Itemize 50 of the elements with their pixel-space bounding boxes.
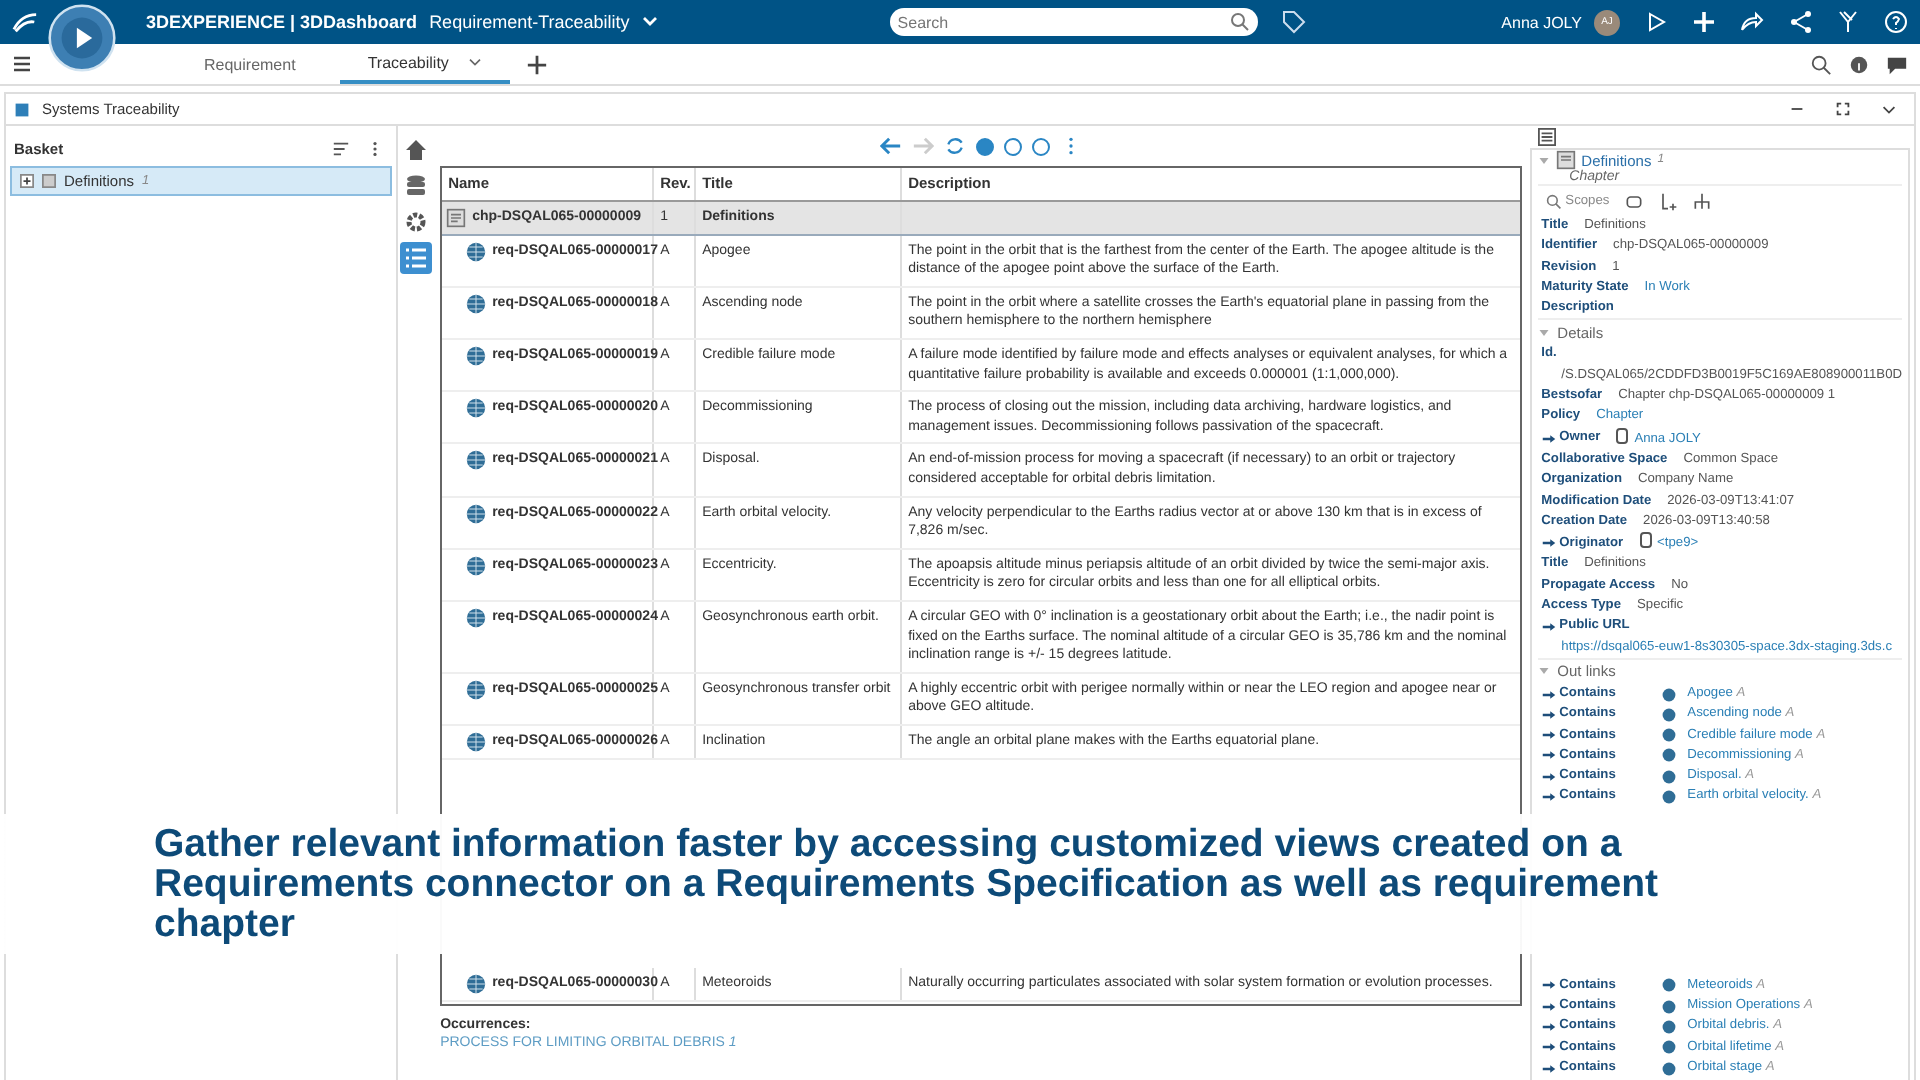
globe-icon [466,973,487,994]
globe-icon [466,450,487,471]
search-icon[interactable] [1810,53,1832,75]
info-icon[interactable] [1848,53,1870,75]
play-icon[interactable] [1644,10,1668,34]
hierarchy-icon[interactable] [1691,191,1712,211]
globe-icon [466,345,487,366]
caption-text: Gather relevant information faster by accessing customized views created on a Requirements connector on a Requirements Specification as well as requirement chapter [154,824,1661,944]
ds-logo-icon [12,10,38,34]
globe-icon [466,241,487,262]
chapter-icon [42,174,56,188]
expand-icon[interactable] [20,174,34,188]
view-toggle[interactable] [975,137,994,155]
maximize-icon[interactable] [1834,100,1852,118]
share-icon[interactable] [1740,10,1764,34]
plus-icon[interactable] [526,53,549,75]
arrow-icon [1541,538,1556,549]
user-name[interactable]: Anna JOLY [1501,13,1582,31]
tag-icon[interactable] [1281,10,1306,34]
globe-icon [466,607,487,628]
insert-icon[interactable] [1657,191,1678,211]
search-icon[interactable] [1229,12,1250,32]
caret-icon[interactable] [468,57,483,67]
globe-icon [466,293,487,314]
dashboard-tab[interactable]: Requirement [176,44,324,84]
search-field[interactable]: Search [889,8,1258,36]
view-toggle[interactable] [1003,137,1022,155]
search-icon[interactable] [1545,193,1562,209]
globe-icon [466,679,487,700]
tools-icon[interactable] [1836,10,1860,34]
globe-icon [466,503,487,524]
view-toggle[interactable] [1031,137,1050,155]
brand-title: 3DEXPERIENCE | 3DDashboard [146,12,418,32]
arrow-icon [1541,433,1556,444]
menu-icon[interactable] [12,54,32,74]
arrow-icon [1541,621,1556,632]
compass-logo-icon[interactable] [48,4,116,72]
network-icon[interactable] [1788,10,1812,34]
globe-icon [466,555,487,576]
dashboard-tab[interactable]: Traceability [339,44,511,84]
list-view-icon[interactable] [1537,128,1556,146]
chat-icon[interactable] [1886,53,1908,75]
app-icon [14,101,30,117]
dashboard-title[interactable]: Requirement-Traceability [429,12,630,32]
list-icon[interactable] [400,242,433,274]
back-arrow-icon[interactable] [879,136,902,156]
filter-list-icon[interactable] [332,139,351,157]
help-icon[interactable] [1884,10,1908,34]
globe-icon [466,398,487,419]
globe-icon [466,731,487,752]
